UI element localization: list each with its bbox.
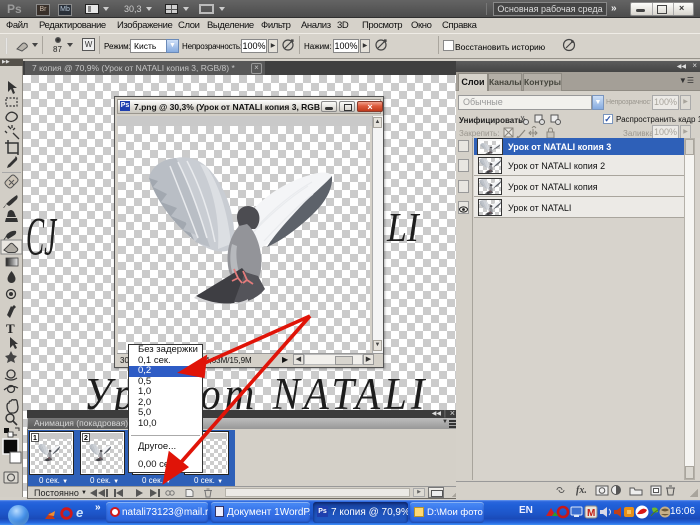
svg-text:T: T xyxy=(6,321,15,336)
svg-text:M: M xyxy=(587,508,595,519)
svg-text:fx.: fx. xyxy=(576,485,587,496)
